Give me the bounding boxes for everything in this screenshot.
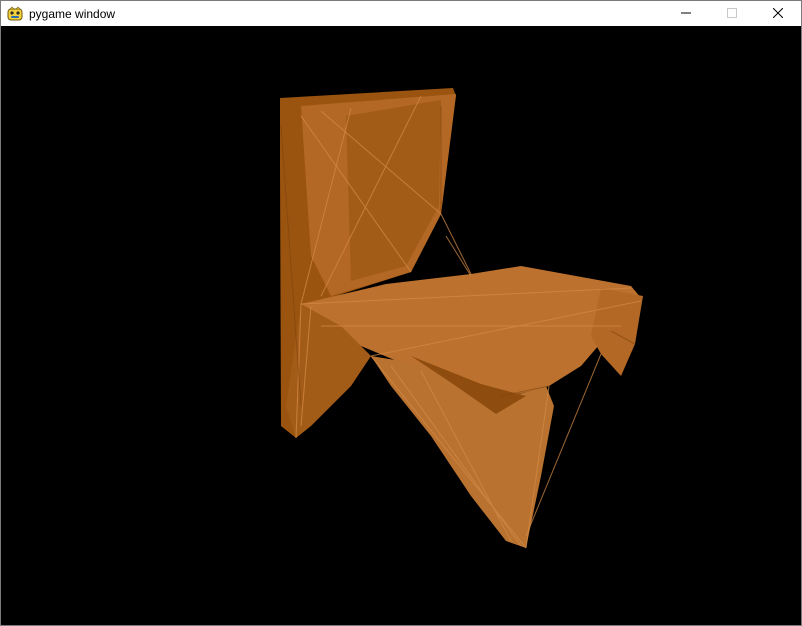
chair-backrest-inner: [346, 100, 441, 281]
chair-wireframe: [280, 88, 643, 549]
maximize-button[interactable]: [709, 1, 755, 26]
window-controls: [663, 1, 801, 26]
title-bar[interactable]: pygame window: [1, 1, 801, 26]
chair-seat-edge: [591, 288, 643, 376]
render-canvas[interactable]: [1, 26, 801, 625]
wire-line: [445, 235, 472, 277]
chair-render: [280, 88, 643, 549]
pygame-snake-icon: [7, 6, 23, 22]
close-icon: [772, 5, 784, 23]
minimize-button[interactable]: [663, 1, 709, 26]
window-title: pygame window: [29, 6, 116, 21]
minimize-icon: [681, 5, 691, 23]
pygame-window: pygame window: [0, 0, 802, 626]
close-button[interactable]: [755, 1, 801, 26]
wire-line: [440, 213, 472, 275]
maximize-icon: [727, 5, 737, 23]
